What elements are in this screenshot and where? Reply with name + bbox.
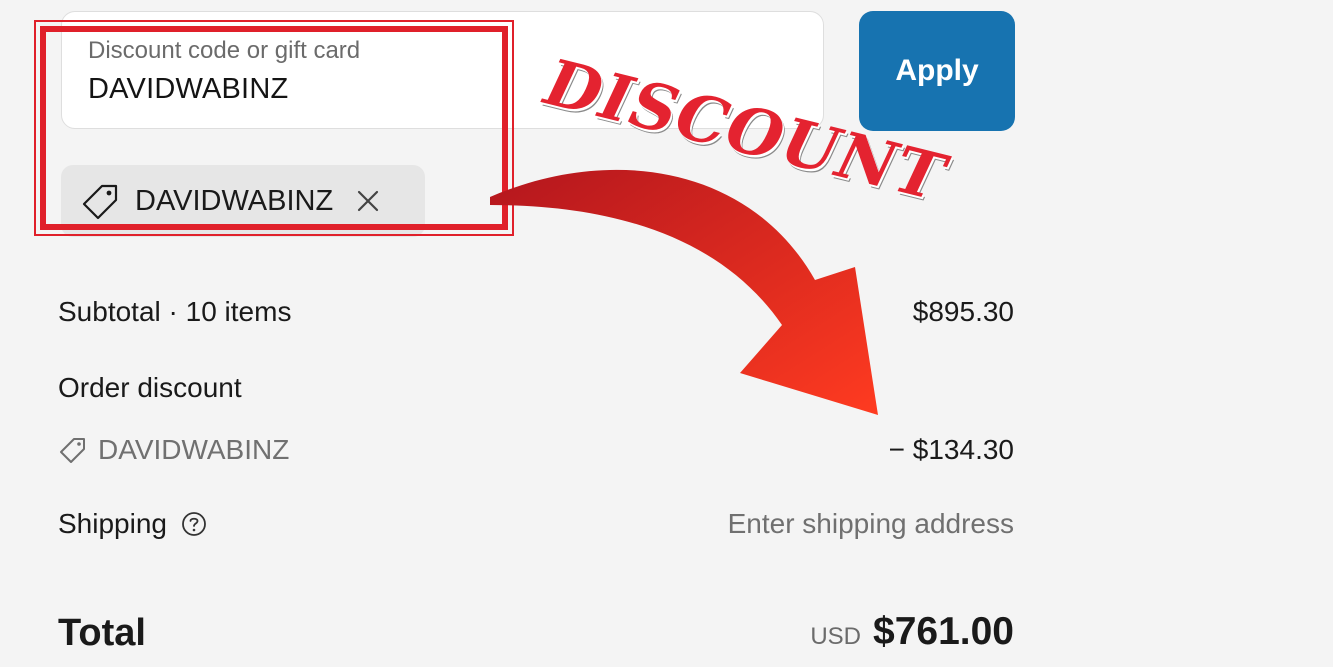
help-icon[interactable] [179,509,209,539]
subtotal-value: $895.30 [912,296,1014,327]
order-discount-code-text: DAVIDWABINZ [98,434,290,465]
currency-code: USD [810,623,862,650]
tag-icon [60,438,85,463]
apply-button[interactable]: Apply [859,11,1015,131]
highlight-frame-inner [40,26,508,230]
shipping-label: Shipping [58,508,167,539]
order-discount-code: DAVIDWABINZ [58,434,289,466]
shipping-row: Shipping [58,508,209,540]
shipping-value: Enter shipping address [727,508,1014,539]
total-amount: USD $761.00 [810,610,1014,654]
total-value: $761.00 [873,610,1014,653]
subtotal-label: Subtotal · 10 items [58,296,292,327]
total-label: Total [58,612,146,654]
order-discount-label: Order discount [58,372,242,403]
discount-value: − $134.30 [888,434,1014,465]
